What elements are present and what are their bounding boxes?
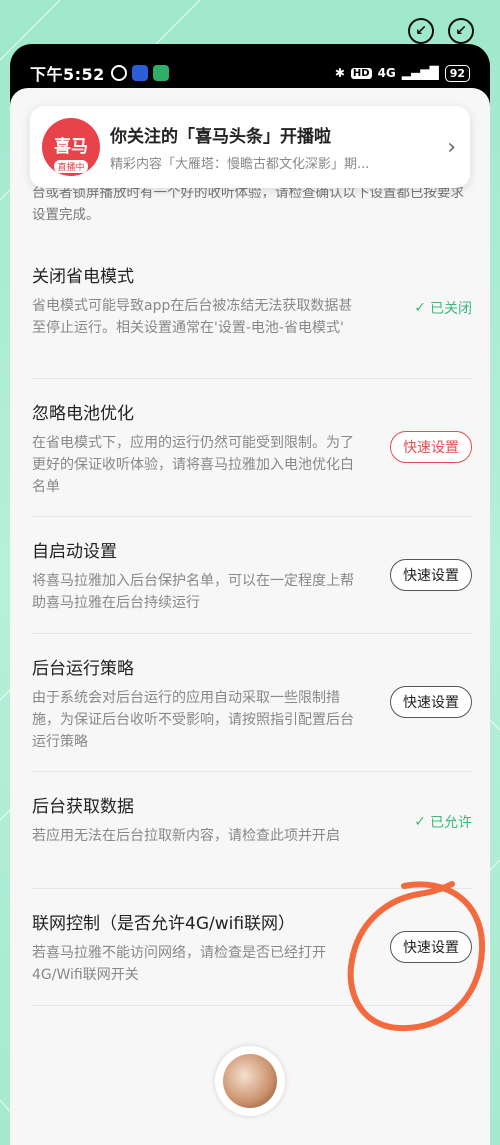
setting-desc: 将喜马拉雅加入后台保护名单，可以在一定程度上帮助喜马拉雅在后台持续运行 [32,573,354,611]
quick-setup-button[interactable]: 快速设置 [390,931,472,963]
status-allowed: ✓ 已允许 [414,812,472,832]
corner-icons: ↙ ↙ [408,18,474,44]
setting-autostart: 自启动设置 将喜马拉雅加入后台保护名单，可以在一定程度上帮助喜马拉雅在后台持续运… [32,517,472,634]
status-label: 已允许 [430,815,472,831]
shield-icon [152,65,169,81]
setting-battery-optimization: 忽略电池优化 在省电模式下，应用的运行仍然可能受到限制。为了更好的保证收听体验，… [32,379,472,517]
banner-title: 你关注的「喜马头条」开播啦 [110,127,331,147]
quick-setup-button[interactable]: 快速设置 [390,686,472,718]
status-time: 下午5:52 [30,65,105,84]
alarm-icon [110,65,127,81]
phone-screen: 下午5:52 ✱ HD 4G ▂▄▆█ 92 喜马 直播中 你关注的「喜马头条」… [10,44,490,1145]
quick-setup-button[interactable]: 快速设置 [390,559,472,591]
setting-desc: 在省电模式下，应用的运行仍然可能受到限制。为了更好的保证收听体验，请将喜马拉雅加… [32,435,354,495]
signal-icon: ▂▄▆█ [401,66,439,80]
setting-background-policy: 后台运行策略 由于系统会对后台运行的应用自动采取一些限制措施，为保证后台收听不受… [32,634,472,772]
live-badge: 直播中 [54,160,88,173]
setting-title: 忽略电池优化 [32,404,134,424]
bluetooth-icon: ✱ [334,66,345,80]
setting-power-saving: 关闭省电模式 省电模式可能导致app在后台被冻结无法获取数据甚至停止运行。相关设… [32,242,472,379]
check-icon: ✓ [414,814,426,830]
setting-desc: 若应用无法在后台拉取新内容，请检查此项并开启 [32,828,340,844]
check-icon: ✓ [414,300,426,316]
setting-desc: 省电模式可能导致app在后台被冻结无法获取数据甚至停止运行。相关设置通常在'设置… [32,298,353,336]
hd-icon: HD [350,67,372,79]
setting-network-control: 联网控制（是否允许4G/wifi联网） 若喜马拉雅不能访问网络，请检查是否已经打… [32,889,472,1006]
settings-list: 关闭省电模式 省电模式可能导致app在后台被冻结无法获取数据甚至停止运行。相关设… [32,242,472,1006]
banner-subtitle: 精彩内容「大雁塔：慢瞻古都文化深影」期... [110,157,370,172]
notification-banner[interactable]: 喜马 直播中 你关注的「喜马头条」开播啦 精彩内容「大雁塔：慢瞻古都文化深影」期… [30,106,470,188]
setting-title: 后台获取数据 [32,797,134,817]
chevron-right-icon[interactable]: › [447,135,456,160]
status-closed: ✓ 已关闭 [414,298,472,318]
battery-level: 92 [444,64,470,82]
setting-title: 后台运行策略 [32,659,134,679]
status-right: ✱ HD 4G ▂▄▆█ 92 [334,64,470,82]
app-notify-icon [131,65,148,81]
setting-background-data: 后台获取数据 若应用无法在后台拉取新内容，请检查此项并开启 ✓ 已允许 [32,772,472,889]
setting-title: 关闭省电模式 [32,267,134,287]
mini-player-button[interactable] [215,1046,285,1116]
download-icon[interactable]: ↙ [408,18,434,44]
network-type: 4G [377,66,396,80]
intro-text: 台或者锁屏播放时有一个好的收听体验，请检查确认以下设置都已按要求设置完成。 [32,185,464,223]
setting-desc: 由于系统会对后台运行的应用自动采取一些限制措施，为保证后台收听不受影响，请按照指… [32,690,354,750]
download-icon[interactable]: ↙ [448,18,474,44]
ximalaya-logo: 喜马 直播中 [42,118,100,176]
quick-setup-button[interactable]: 快速设置 [390,431,472,463]
setting-desc: 若喜马拉雅不能访问网络，请检查是否已经打开4G/Wifi联网开关 [32,945,326,983]
logo-text: 喜马 [54,137,88,157]
album-cover [223,1054,277,1108]
status-label: 已关闭 [430,301,472,317]
